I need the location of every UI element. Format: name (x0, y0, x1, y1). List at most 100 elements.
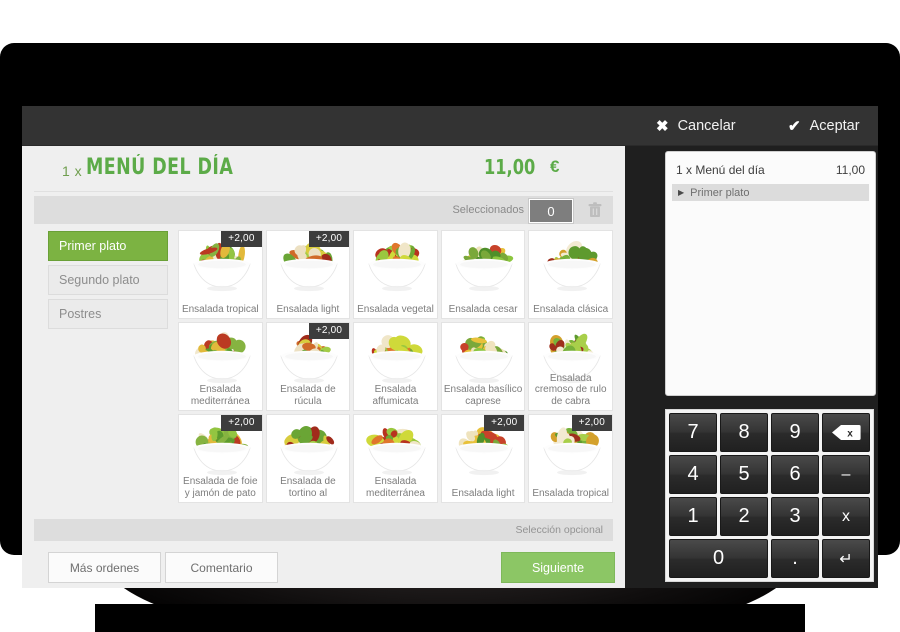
product-name: Ensalada basílico caprese (443, 384, 523, 407)
keypad-row: 4 5 6 – (669, 455, 870, 494)
product-grid-row: Ensalada mediterránea +2,00 Ensalada de r… (178, 322, 613, 411)
product-card[interactable]: Ensalada cremoso de rulo de cabra (528, 322, 613, 411)
svg-text:x: x (847, 429, 853, 440)
key-1[interactable]: 1 (669, 497, 717, 536)
key-decimal[interactable]: . (771, 539, 819, 578)
product-card[interactable]: Ensalada clásica (528, 230, 613, 319)
key-2[interactable]: 2 (720, 497, 768, 536)
product-surcharge-badge: +2,00 (571, 415, 612, 431)
accept-button[interactable]: ✔ Aceptar (788, 106, 860, 146)
key-3[interactable]: 3 (771, 497, 819, 536)
product-card[interactable]: Ensalada mediterránea (178, 322, 263, 411)
close-icon: ✖ (656, 117, 669, 135)
product-card[interactable]: Ensalada de tortino al (265, 414, 351, 503)
product-name: Ensalada light (451, 487, 515, 499)
key-9-label: 9 (789, 421, 801, 443)
key-9[interactable]: 9 (771, 413, 819, 452)
header-divider (34, 191, 613, 192)
product-image (354, 233, 437, 292)
product-image (442, 325, 525, 384)
product-card[interactable]: Ensalada basílico caprese (440, 322, 526, 411)
next-button[interactable]: Siguiente (501, 552, 615, 583)
selection-toolbar: Seleccionados 0 (34, 196, 613, 224)
key-7[interactable]: 7 (669, 413, 717, 452)
comment-button[interactable]: Comentario (165, 552, 278, 583)
order-currency: € (550, 157, 560, 176)
more-orders-label: Más ordenes (69, 560, 140, 575)
keypad-row: 7 8 9 x (669, 413, 870, 452)
product-name: Ensalada de rúcula (280, 384, 336, 407)
product-name: Ensalada clásica (533, 303, 609, 315)
selected-count[interactable]: 0 (529, 199, 573, 223)
order-header: 1 x MENÚ DEL DÍA 11,00 € (22, 146, 625, 192)
key-0-label: 0 (712, 547, 725, 569)
key-7-label: 7 (687, 421, 699, 443)
product-grid-row: +2,00 Ensalada tropical +2,00 Ensalada lig… (178, 230, 613, 319)
category-tab-0[interactable]: Primer plato (48, 231, 168, 261)
category-tab-label: Segundo plato (59, 273, 140, 287)
product-name: Ensalada affumicata (372, 384, 419, 407)
key-backspace[interactable]: x (822, 413, 870, 452)
product-card[interactable]: +2,00 Ensalada light (265, 230, 351, 319)
order-quantity: 1 x (62, 163, 83, 179)
key-minus[interactable]: – (822, 455, 870, 494)
more-orders-button[interactable]: Más ordenes (48, 552, 161, 583)
product-name: Ensalada de foie y jamón de pato (183, 476, 258, 499)
category-tab-1[interactable]: Segundo plato (48, 265, 168, 295)
top-action-bar: ✖ Cancelar ✔ Aceptar (22, 106, 878, 146)
product-card[interactable]: Ensalada vegetal (353, 230, 438, 319)
product-card[interactable]: Ensalada mediterránea (353, 414, 438, 503)
product-selection-panel: 1 x MENÚ DEL DÍA 11,00 € Seleccionados 0 (22, 146, 625, 588)
tablet-device-bezel: ✖ Cancelar ✔ Aceptar 1 x MENÚ DEL DÍA 11… (0, 43, 900, 588)
product-name: Ensalada cremoso de rulo de cabra (534, 372, 607, 407)
optional-selection-label: Selección opcional (515, 524, 603, 536)
key-5[interactable]: 5 (720, 455, 768, 494)
product-name: Ensalada tropical (181, 303, 259, 315)
category-tab-list: Primer plato Segundo plato Postres (48, 231, 168, 333)
category-tab-2[interactable]: Postres (48, 299, 168, 329)
product-grid: +2,00 Ensalada tropical +2,00 Ensalada lig… (178, 230, 613, 506)
product-surcharge-badge: +2,00 (221, 231, 262, 247)
product-surcharge-badge: +2,00 (484, 415, 525, 431)
product-card[interactable]: Ensalada affumicata (353, 322, 438, 411)
key-8[interactable]: 8 (720, 413, 768, 452)
key-4[interactable]: 4 (669, 455, 717, 494)
category-tab-label: Postres (59, 307, 102, 321)
key-multiply-label: x (842, 507, 850, 525)
key-6[interactable]: 6 (771, 455, 819, 494)
trash-icon[interactable] (585, 200, 605, 220)
product-image (354, 325, 437, 384)
product-card[interactable]: +2,00 Ensalada de foie y jamón de pato (178, 414, 263, 503)
accept-button-label: Aceptar (809, 118, 860, 134)
key-0[interactable]: 0 (669, 539, 768, 578)
ticket-sub-item[interactable]: ▶ Primer plato (672, 184, 869, 201)
key-8-label: 8 (738, 421, 750, 443)
next-label: Siguiente (531, 560, 585, 575)
product-surcharge-badge: +2,00 (221, 415, 262, 431)
order-ticket-panel: 1 x Menú del día 11,00 ▶ Primer plato 7 8… (625, 146, 878, 588)
page-title: MENÚ DEL DÍA (86, 155, 234, 180)
numeric-keypad: 7 8 9 x 4 5 6 – 1 2 3 x 0. ↵ (665, 409, 874, 582)
backspace-icon: x (831, 424, 861, 441)
selected-label: Seleccionados (452, 204, 524, 216)
cancel-button-label: Cancelar (677, 118, 736, 134)
product-name: Ensalada vegetal (357, 303, 434, 315)
cancel-button[interactable]: ✖ Cancelar (656, 106, 736, 146)
key-enter[interactable]: ↵ (822, 539, 870, 578)
product-name: Ensalada mediterránea (366, 476, 425, 499)
category-tab-label: Primer plato (59, 239, 127, 253)
product-name: Ensalada mediterránea (190, 384, 250, 407)
product-card[interactable]: +2,00 Ensalada tropical (178, 230, 263, 319)
order-price: 11,00 (484, 155, 536, 179)
ticket-line-item[interactable]: 1 x Menú del día 11,00 (676, 163, 865, 177)
key-enter-label: ↵ (839, 550, 853, 568)
product-name: Ensalada light (276, 303, 340, 315)
product-card[interactable]: +2,00 Ensalada light (440, 414, 526, 503)
key-multiply[interactable]: x (822, 497, 870, 536)
product-card[interactable]: +2,00 Ensalada de rúcula (265, 322, 351, 411)
ticket-line-label: 1 x Menú del día (676, 163, 765, 177)
product-card[interactable]: Ensalada cesar (440, 230, 526, 319)
product-card[interactable]: +2,00 Ensalada tropical (528, 414, 613, 503)
product-surcharge-badge: +2,00 (308, 323, 350, 339)
optional-selection-strip: Selección opcional (34, 519, 613, 541)
